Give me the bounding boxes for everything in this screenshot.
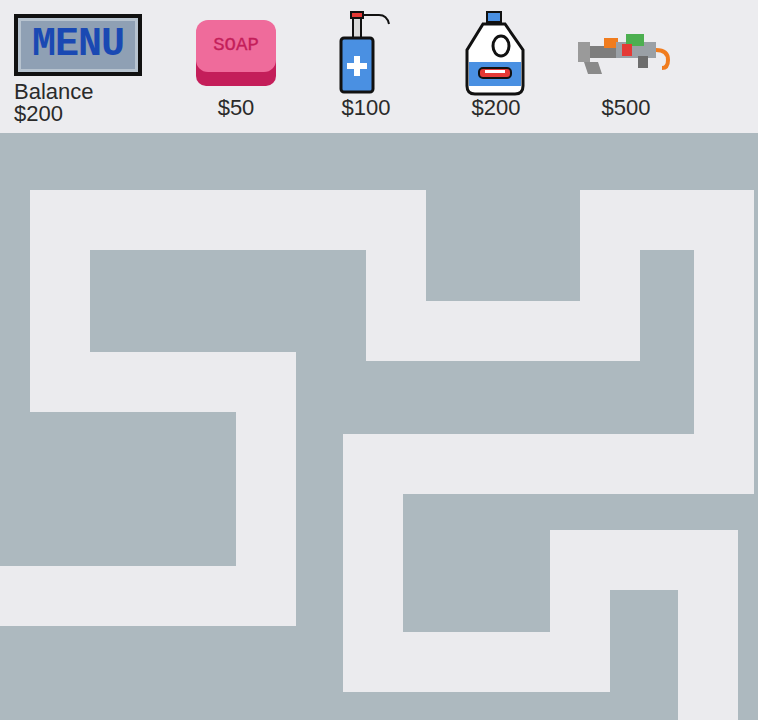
top-bar: MENUBalance$200SOAP$50$100$200$500 [0,0,758,133]
shop-item[interactable]: $500 [561,14,691,119]
shop-item-icon-box: SOAP [194,10,278,96]
shop-item-price: $500 [602,97,651,119]
maze-map [0,133,758,720]
game-screen: MENUBalance$200SOAP$50$100$200$500 [0,0,758,720]
bleach-jug-icon [461,10,531,96]
enemy-path [0,220,724,720]
hand-sanitizer-icon [331,10,401,96]
shop-item-icon-box [331,10,401,96]
shop: SOAP $50 $100 $200 $500 [171,14,691,119]
shop-item-price: $100 [342,97,391,119]
shop-item-price: $200 [472,97,521,119]
svg-text:SOAP: SOAP [213,34,259,56]
balance-label: Balance [14,81,142,103]
shop-item[interactable]: $200 [431,14,561,119]
game-field[interactable] [0,133,758,720]
spray-gun-icon [576,28,676,78]
menu-column: MENU Balance$200 [14,14,142,125]
menu-button[interactable]: MENU [14,14,142,76]
soap-icon: SOAP [194,18,278,88]
shop-item-icon-box [576,10,676,96]
shop-item[interactable]: SOAP $50 [171,14,301,119]
balance-value: $200 [14,103,142,125]
shop-item[interactable]: $100 [301,14,431,119]
shop-item-icon-box [461,10,531,96]
shop-item-price: $50 [218,97,255,119]
